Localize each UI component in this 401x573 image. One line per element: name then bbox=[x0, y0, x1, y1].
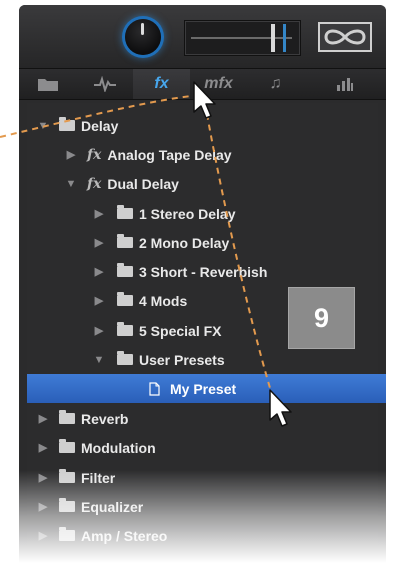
tree-item-label: 5 Special FX bbox=[139, 322, 222, 339]
mfx-icon: mfx bbox=[204, 75, 233, 92]
folder-icon bbox=[37, 79, 58, 91]
tree-item-user-presets[interactable]: ▼ User Presets bbox=[27, 345, 386, 374]
folder-icon bbox=[117, 263, 133, 277]
tree-item-label: Analog Tape Delay bbox=[107, 146, 232, 163]
document-icon bbox=[149, 381, 160, 396]
collapsed-arrow-icon[interactable]: ▶ bbox=[35, 412, 51, 425]
folder-icon bbox=[59, 527, 75, 541]
header-bar bbox=[19, 5, 386, 68]
collapsed-arrow-icon[interactable]: ▶ bbox=[91, 324, 107, 337]
collapsed-arrow-icon[interactable]: ▶ bbox=[35, 500, 51, 513]
tree-item-label: Delay bbox=[81, 117, 119, 134]
tab-waveform[interactable] bbox=[76, 69, 134, 99]
browser-panel: fx mfx ♫ ▼ Delay ▶ fx Analog Tape Delay … bbox=[19, 5, 386, 567]
bar-chart-icon bbox=[337, 78, 353, 91]
tree-item-label: My Preset bbox=[170, 380, 237, 397]
logo-icon bbox=[318, 22, 372, 52]
tree-item-label: Equalizer bbox=[81, 498, 144, 515]
expanded-arrow-icon[interactable]: ▼ bbox=[91, 354, 107, 366]
tree-item-delay[interactable]: ▼ Delay bbox=[27, 111, 386, 140]
tree-item-label: 3 Short - Reverbish bbox=[139, 263, 268, 280]
tab-music[interactable]: ♫ bbox=[247, 69, 305, 99]
tree-item-mono-delay[interactable]: ▶ 2 Mono Delay bbox=[27, 228, 386, 257]
fx-icon: fx bbox=[87, 146, 102, 163]
expanded-arrow-icon[interactable]: ▼ bbox=[35, 120, 51, 132]
tree-item-short-reverbish[interactable]: ▶ 3 Short - Reverbish bbox=[27, 257, 386, 286]
collapsed-arrow-icon[interactable]: ▶ bbox=[91, 207, 107, 220]
folder-icon bbox=[59, 117, 75, 131]
tab-bar: fx mfx ♫ bbox=[19, 68, 386, 100]
tree-item-label: 4 Mods bbox=[139, 292, 188, 309]
tree-item-my-preset[interactable]: My Preset bbox=[27, 374, 386, 403]
folder-icon bbox=[59, 469, 75, 483]
tree-item-analog-tape-delay[interactable]: ▶ fx Analog Tape Delay bbox=[27, 140, 386, 169]
level-fader[interactable] bbox=[184, 20, 301, 56]
tree-item-label: User Presets bbox=[139, 351, 225, 368]
tree-item-label: Reverb bbox=[81, 410, 129, 427]
tab-folders[interactable] bbox=[19, 69, 77, 99]
fx-icon: fx bbox=[87, 175, 102, 192]
folder-icon bbox=[117, 322, 133, 336]
tree-item-label: 1 Stereo Delay bbox=[139, 205, 236, 222]
folder-icon bbox=[117, 205, 133, 219]
waveform-icon bbox=[93, 76, 116, 92]
folder-icon bbox=[117, 234, 133, 248]
folder-icon bbox=[117, 351, 133, 365]
folder-icon bbox=[59, 410, 75, 424]
fx-icon: fx bbox=[154, 75, 169, 92]
tree-item-label: Filter bbox=[81, 469, 116, 486]
folder-icon bbox=[59, 439, 75, 453]
fader-thumb[interactable] bbox=[271, 24, 275, 52]
step-badge: 9 bbox=[288, 287, 355, 349]
tab-fx[interactable]: fx bbox=[133, 69, 191, 99]
folder-icon bbox=[117, 292, 133, 306]
tree-item-equalizer[interactable]: ▶ Equalizer bbox=[27, 492, 386, 521]
tree-item-filter[interactable]: ▶ Filter bbox=[27, 463, 386, 492]
tree-item-label: Modulation bbox=[81, 439, 156, 456]
folder-icon bbox=[59, 498, 75, 512]
collapsed-arrow-icon[interactable]: ▶ bbox=[91, 236, 107, 249]
tree-item-reverb[interactable]: ▶ Reverb bbox=[27, 404, 386, 433]
collapsed-arrow-icon[interactable]: ▶ bbox=[35, 529, 51, 542]
tab-mfx[interactable]: mfx bbox=[190, 69, 248, 99]
expanded-arrow-icon[interactable]: ▼ bbox=[63, 178, 79, 190]
tree-item-stereo-delay[interactable]: ▶ 1 Stereo Delay bbox=[27, 199, 386, 228]
collapsed-arrow-icon[interactable]: ▶ bbox=[35, 471, 51, 484]
tree-item-modulation[interactable]: ▶ Modulation bbox=[27, 433, 386, 462]
volume-knob[interactable] bbox=[125, 19, 161, 55]
tree-item-label: Amp / Stereo bbox=[81, 527, 168, 544]
tree-item-amp-stereo[interactable]: ▶ Amp / Stereo bbox=[27, 521, 386, 550]
tab-meters[interactable] bbox=[304, 69, 386, 99]
collapsed-arrow-icon[interactable]: ▶ bbox=[63, 148, 79, 161]
music-note-icon: ♫ bbox=[269, 75, 282, 92]
tree-item-label: Dual Delay bbox=[107, 175, 179, 192]
tree-item-dual-delay[interactable]: ▼ fx Dual Delay bbox=[27, 169, 386, 198]
collapsed-arrow-icon[interactable]: ▶ bbox=[91, 294, 107, 307]
collapsed-arrow-icon[interactable]: ▶ bbox=[91, 265, 107, 278]
tree-item-label: 2 Mono Delay bbox=[139, 234, 230, 251]
collapsed-arrow-icon[interactable]: ▶ bbox=[35, 441, 51, 454]
